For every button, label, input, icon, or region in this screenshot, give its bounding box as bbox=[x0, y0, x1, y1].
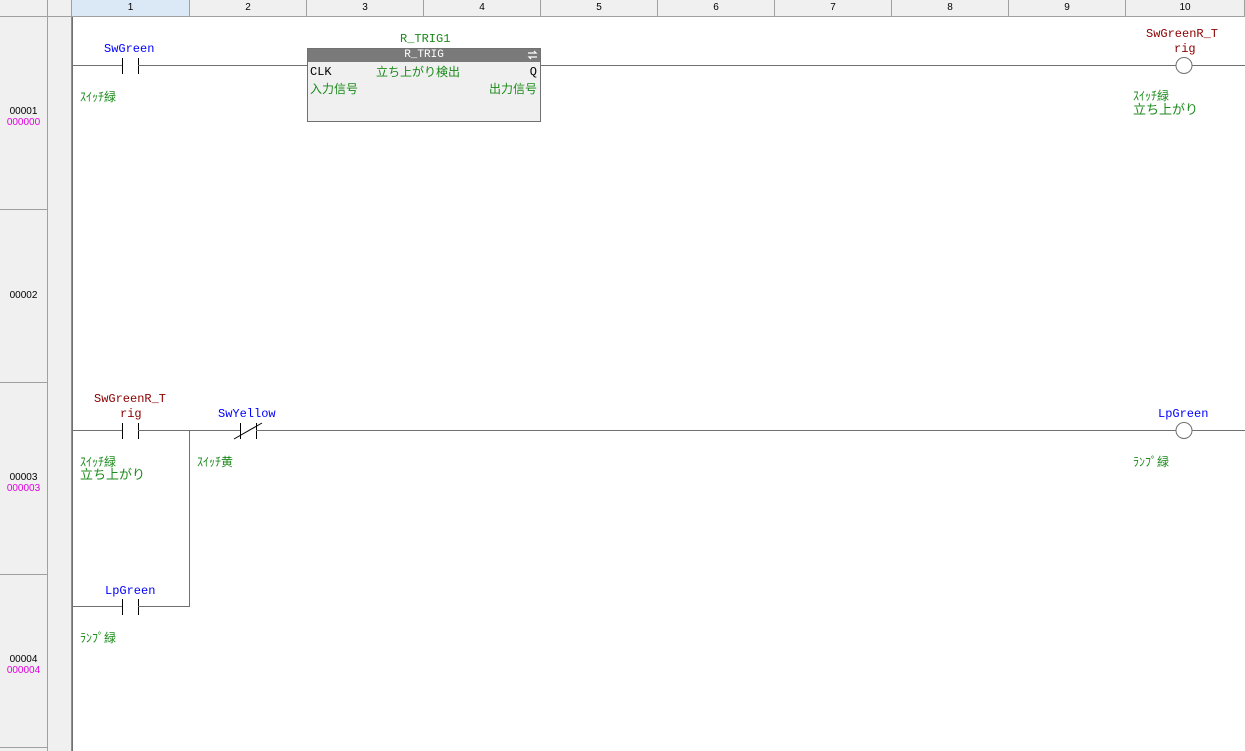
rung3-contact-comment-line2: 立ち上がり bbox=[80, 467, 146, 482]
rung1-contact-variable[interactable]: SwGreen bbox=[104, 43, 154, 56]
rung4-contact-comment: ﾗﾝﾌﾟ緑 bbox=[80, 631, 117, 645]
rung3-contact-variable-line1[interactable]: SwGreenR_T bbox=[94, 393, 166, 406]
rung1-coil bbox=[1175, 57, 1193, 74]
rung1-coil-comment-line1: ｽｲｯﾁ緑 bbox=[1133, 89, 1170, 103]
ladder-canvas bbox=[72, 17, 1245, 751]
rung3-nc-contact-variable[interactable]: SwYellow bbox=[218, 408, 276, 421]
fb-comment: 立ち上がり検出 bbox=[376, 65, 461, 79]
fb-input-pin[interactable]: CLK bbox=[310, 66, 332, 79]
rung3-contact-variable-line2[interactable]: rig bbox=[120, 408, 142, 421]
rung1-contact-comment: ｽｲｯﾁ緑 bbox=[80, 90, 117, 104]
rung3-coil-variable[interactable]: LpGreen bbox=[1158, 408, 1208, 421]
fb-instance-name[interactable]: R_TRIG1 bbox=[400, 33, 450, 46]
r-trig-function-block[interactable]: R_TRIG CLK Q 立ち上がり検出 入力信号 出力信号 bbox=[307, 48, 541, 122]
fb-refresh-icon bbox=[527, 50, 538, 60]
rung1-coil-variable-line2[interactable]: rig bbox=[1174, 43, 1196, 56]
rung3-coil bbox=[1175, 422, 1193, 439]
rung3-nc-contact-comment: ｽｲｯﾁ黄 bbox=[197, 455, 234, 469]
rung1-coil-comment-line2: 立ち上がり bbox=[1133, 102, 1199, 117]
fb-output-comment: 出力信号 bbox=[488, 82, 537, 96]
fb-output-pin[interactable]: Q bbox=[530, 66, 537, 79]
fb-input-comment: 入力信号 bbox=[310, 82, 359, 96]
fb-type-header: R_TRIG bbox=[308, 49, 540, 62]
rung4-contact-variable[interactable]: LpGreen bbox=[105, 585, 155, 598]
rung1-coil-variable-line1[interactable]: SwGreenR_T bbox=[1146, 28, 1218, 41]
rung3-coil-comment: ﾗﾝﾌﾟ緑 bbox=[1133, 455, 1170, 469]
